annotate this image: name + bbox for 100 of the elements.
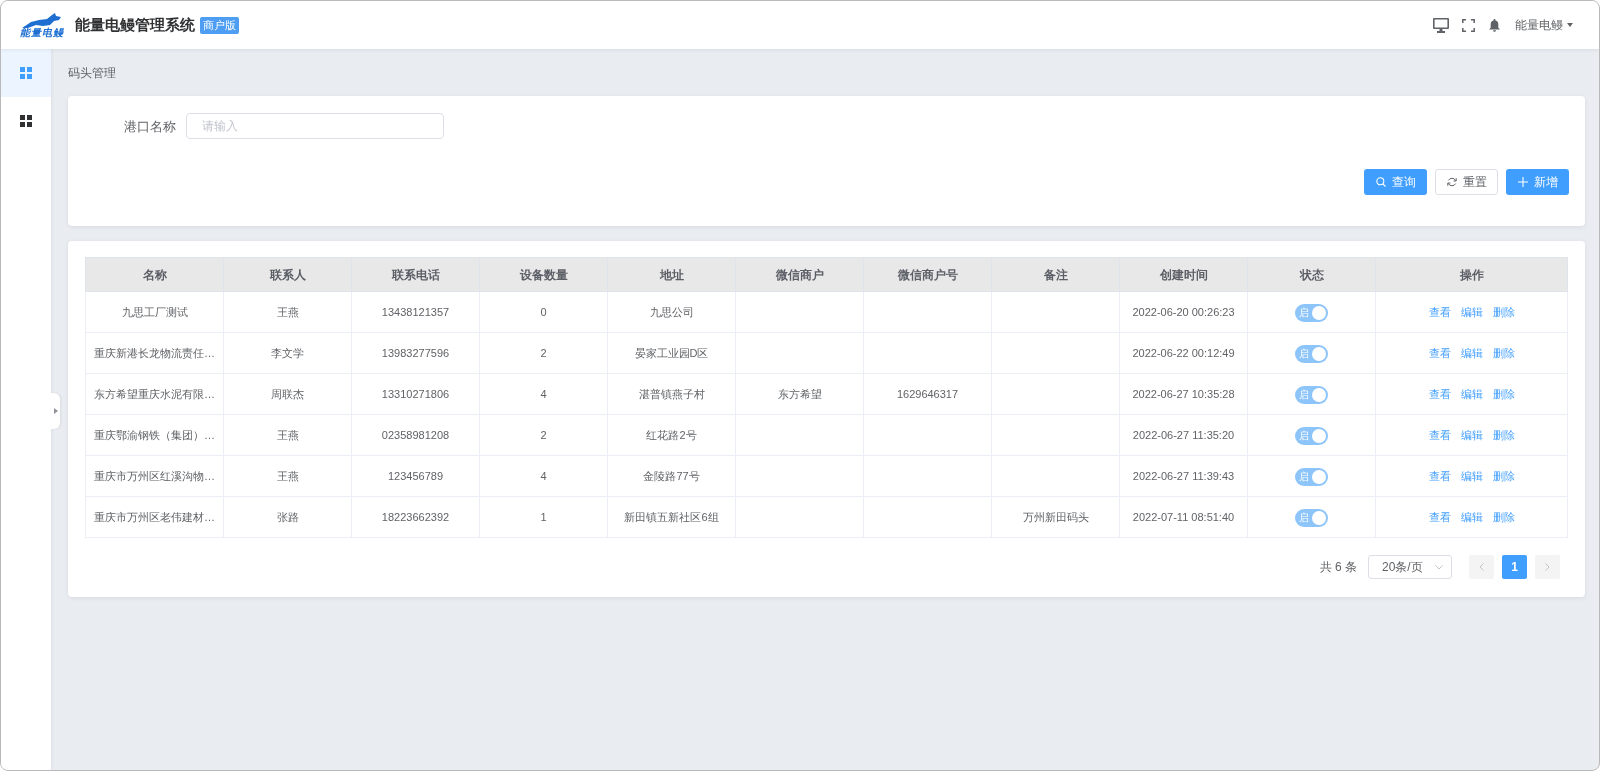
table-cell: 重庆市万州区老伟建材… [85,496,224,538]
fullscreen-icon[interactable] [1462,18,1475,32]
search-input[interactable]: 请输入 [186,113,444,139]
logo-text: 能量电鳗 [20,27,64,38]
table-cell: 重庆新港长龙物流责任… [85,332,224,374]
toggle-switch[interactable]: 启 [1295,508,1328,527]
sidebar-item[interactable] [1,97,51,145]
table-cell: 九思公司 [607,291,736,333]
column-header: 联系人 [223,257,352,292]
table-cell: 周联杰 [223,373,352,415]
column-header: 微信商户号 [863,257,992,292]
action-link[interactable]: 删除 [1492,344,1515,362]
toggle-switch[interactable]: 启 [1295,467,1328,486]
table-cell: 重庆市万州区红溪沟物… [85,455,224,497]
table-cell: 重庆鄂渝钢铁（集团）… [85,414,224,456]
action-link[interactable]: 查看 [1428,344,1451,362]
table-cell: 2 [479,332,608,374]
column-header: 状态 [1247,257,1376,292]
action-link[interactable]: 查看 [1428,303,1451,321]
table-cell: 王燕 [223,291,352,333]
table-cell: 2 [479,414,608,456]
table-cell: 红花路2号 [607,414,736,456]
column-header: 地址 [607,257,736,292]
column-header: 联系电话 [351,257,480,292]
toggle-switch[interactable]: 启 [1295,426,1328,445]
logo-icon [21,12,63,28]
column-header: 微信商户 [735,257,864,292]
search-icon [1375,177,1386,187]
toggle-switch[interactable]: 启 [1295,303,1328,322]
edition-badge: 商户版 [200,16,239,34]
toggle-switch[interactable]: 启 [1295,385,1328,404]
action-link[interactable]: 编辑 [1460,344,1483,362]
table-cell: 李文学 [223,332,352,374]
chevron-down-icon [1435,564,1443,570]
grid-icon [20,67,32,79]
user-menu-button[interactable]: 能量电鳗 [1515,16,1573,34]
caret-down-icon [1567,23,1573,27]
chevron-left-icon [1479,563,1484,571]
breadcrumb: 码头管理 [68,64,116,82]
table-cell: 万州新田码头 [991,496,1120,538]
page-button[interactable]: 1 [1502,555,1527,579]
plus-icon [1517,177,1528,187]
action-link[interactable]: 编辑 [1460,385,1483,403]
action-link[interactable]: 编辑 [1460,508,1483,526]
bell-icon[interactable] [1489,18,1500,32]
action-link[interactable]: 删除 [1492,426,1515,444]
action-link[interactable]: 删除 [1492,385,1515,403]
table-cell: 2022-06-27 11:35:20 [1119,414,1248,456]
table-cell: 2022-06-22 00:12:49 [1119,332,1248,374]
table-cell: 1 [479,496,608,538]
table-cell: 1629646317 [863,373,992,415]
table-cell: 金陵路77号 [607,455,736,497]
add-button[interactable]: 新增 [1506,169,1569,195]
search-button[interactable]: 查询 [1364,169,1427,195]
refresh-icon [1446,177,1457,187]
column-header: 名称 [85,257,224,292]
table-cell: 王燕 [223,455,352,497]
action-link[interactable]: 删除 [1492,508,1515,526]
table-cell: 湛普镇燕子村 [607,373,736,415]
action-link[interactable]: 删除 [1492,467,1515,485]
action-link[interactable]: 查看 [1428,508,1451,526]
app-title: 能量电鳗管理系统 [75,14,195,35]
table-cell: 2022-06-27 11:39:43 [1119,455,1248,497]
table-cell: 2022-07-11 08:51:40 [1119,496,1248,538]
action-link[interactable]: 编辑 [1460,467,1483,485]
grid-icon [20,115,32,127]
reset-button[interactable]: 重置 [1435,169,1498,195]
table-cell: 2022-06-20 00:26:23 [1119,291,1248,333]
action-link[interactable]: 编辑 [1460,303,1483,321]
table-cell: 新田镇五新社区6组 [607,496,736,538]
column-header: 操作 [1375,257,1568,292]
column-header: 备注 [991,257,1120,292]
table-cell: 东方希望重庆水泥有限… [85,373,224,415]
table-cell: 九思工厂测试 [85,291,224,333]
sidebar-toggle-button[interactable] [51,393,60,429]
action-link[interactable]: 查看 [1428,467,1451,485]
table-cell: 02358981208 [351,414,480,456]
field-label: 港口名称 [124,119,176,134]
monitor-icon[interactable] [1433,17,1449,33]
page-size-select[interactable]: 20条/页 [1368,555,1452,579]
table-cell: 4 [479,455,608,497]
table-cell: 4 [479,373,608,415]
table-cell: 张路 [223,496,352,538]
table-cell: 晏家工业园D区 [607,332,736,374]
column-header: 设备数量 [479,257,608,292]
action-link[interactable]: 查看 [1428,385,1451,403]
caret-right-icon [53,408,58,414]
action-link[interactable]: 查看 [1428,426,1451,444]
total-count: 共 6 条 [1319,559,1357,576]
table-cell: 2022-06-27 10:35:28 [1119,373,1248,415]
table-cell: 东方希望 [735,373,864,415]
action-link[interactable]: 编辑 [1460,426,1483,444]
toggle-switch[interactable]: 启 [1295,344,1328,363]
table-cell: 18223662392 [351,496,480,538]
table-cell: 13983277596 [351,332,480,374]
table-cell: 13438121357 [351,291,480,333]
chevron-right-icon [1545,563,1550,571]
action-link[interactable]: 删除 [1492,303,1515,321]
table-cell: 13310271806 [351,373,480,415]
table-cell: 123456789 [351,455,480,497]
